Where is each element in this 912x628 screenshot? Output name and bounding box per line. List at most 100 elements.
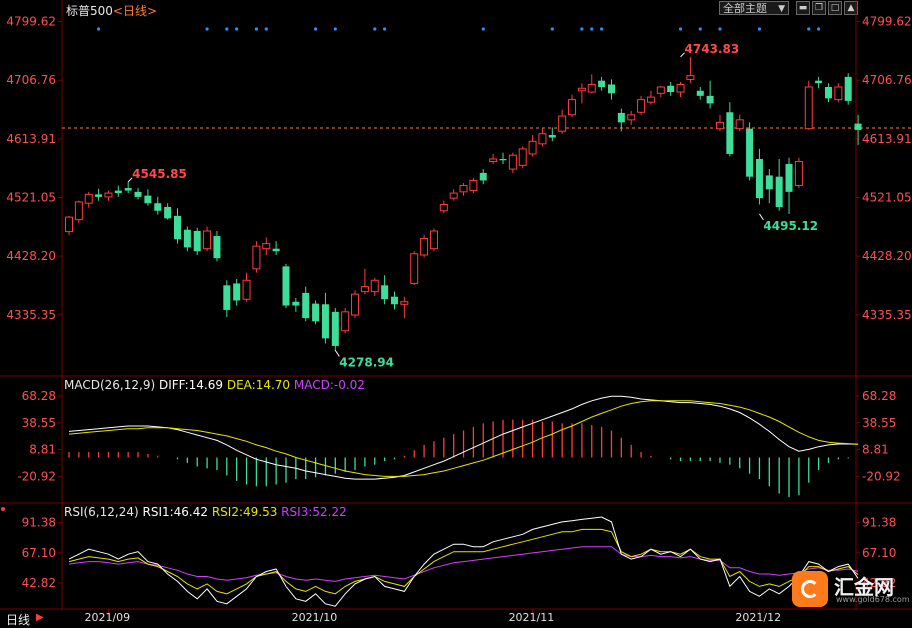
candle-body-up — [489, 158, 498, 163]
period-switch[interactable]: 日线 ▶ — [0, 610, 48, 627]
y-tick-label-right: 4428.20 — [862, 249, 912, 263]
event-marker — [678, 27, 683, 31]
candle-body-down — [706, 95, 714, 104]
legend-entry: RSI1:46.42 — [142, 505, 211, 519]
y-tick-label-left: 4335.35 — [6, 308, 56, 322]
event-marker — [96, 27, 101, 31]
event-marker — [807, 27, 811, 31]
legend-entry: RSI3:52.22 — [281, 505, 347, 519]
candle-body-up — [203, 230, 212, 250]
candle-body-down — [479, 172, 487, 181]
candle-body-up — [104, 192, 113, 198]
y-tick-label-left: 91.38 — [22, 516, 56, 530]
event-marker — [550, 27, 554, 31]
macd-legend: MACD(26,12,9) DIFF:14.69 DEA:14.70 MACD:… — [64, 378, 365, 392]
x-tick-label: 2021/12 — [735, 611, 781, 624]
candle-body-up — [804, 86, 813, 130]
candle-body-down — [607, 84, 615, 94]
y-tick-label-left: 67.10 — [22, 546, 56, 560]
event-marker — [264, 27, 268, 31]
candle-body-down — [124, 188, 132, 191]
candle-body-up — [410, 253, 419, 284]
candle-body-down — [302, 292, 310, 319]
y-tick-label-right: 67.10 — [862, 546, 896, 560]
period-label: 日线 — [6, 613, 31, 627]
y-tick-label-right: 4335.35 — [862, 308, 912, 322]
candle-body-up — [676, 83, 685, 93]
event-marker — [225, 27, 229, 31]
candle-body-down — [193, 231, 201, 252]
event-marker — [373, 27, 377, 31]
candle-body-down — [223, 285, 231, 310]
candle-body-down — [617, 112, 625, 123]
x-tick-label: 2021/09 — [84, 611, 130, 624]
event-marker — [205, 27, 209, 31]
y-tick-label-left: -20.92 — [17, 469, 56, 483]
candle-body-up — [715, 121, 724, 130]
candle-body-down — [114, 190, 122, 194]
candle-body-down — [667, 85, 675, 93]
y-tick-label-left: 42.82 — [22, 576, 56, 590]
candle-body-up — [469, 179, 478, 192]
y-tick-label-left: 4613.91 — [6, 132, 56, 146]
event-marker — [757, 27, 762, 31]
y-tick-label-right: 4799.62 — [862, 15, 912, 29]
y-tick-label-right: 38.55 — [862, 416, 896, 430]
candle-body-up — [538, 133, 547, 145]
event-marker — [590, 27, 594, 31]
y-tick-label-right: -20.92 — [862, 469, 901, 483]
candle-body-up — [794, 161, 803, 187]
candle-body-down — [144, 195, 152, 204]
candle-body-down — [164, 207, 172, 219]
event-marker — [698, 27, 702, 31]
y-tick-label-right: 4613.91 — [862, 132, 912, 146]
candle-body-down — [233, 283, 241, 301]
event-marker — [580, 27, 584, 31]
candle-body-down — [765, 175, 773, 190]
y-tick-label-left: 68.28 — [22, 389, 56, 403]
chart-canvas[interactable]: 4799.62 4799.62 4706.76 4706.76 4613.91 4613.… — [0, 0, 912, 627]
candle-body-down — [844, 76, 852, 101]
candle-body-up — [459, 185, 468, 193]
legend-label: RSI(6,12,24) — [64, 505, 142, 519]
candle-body-up — [252, 245, 261, 270]
legend-entry: DIFF:14.69 — [159, 378, 227, 392]
candle-body-down — [173, 215, 181, 240]
candle-body-down — [726, 112, 734, 154]
candle-body-up — [351, 293, 360, 316]
kline-chart-window[interactable]: 标普500<日线> 全部主题 ▼ ▬ ❐ □ ▲ 4799.62 4799.62 47… — [0, 0, 912, 627]
candle-body-up — [508, 154, 517, 170]
candle-body-up — [587, 83, 596, 93]
event-marker — [481, 27, 485, 31]
y-tick-label-right: 68.28 — [862, 389, 896, 403]
candle-body-down — [854, 123, 862, 130]
price-annotation-high: 4545.85 — [132, 167, 187, 181]
candle-body-down — [95, 194, 103, 197]
candle-body-up — [370, 279, 379, 293]
event-marker — [600, 27, 604, 31]
legend-entry: RSI2:49.53 — [212, 505, 281, 519]
candle-body-down — [746, 128, 754, 177]
candle-body-up — [74, 201, 83, 221]
candle-body-down — [213, 236, 221, 259]
candle-body-up — [518, 148, 527, 166]
candle-body-down — [381, 285, 389, 300]
y-tick-label-left: 4428.20 — [6, 249, 56, 263]
candle-body-up — [528, 140, 537, 155]
candle-body-down — [499, 159, 507, 161]
candle-body-down — [696, 90, 704, 96]
y-tick-label-right: 8.81 — [862, 443, 889, 457]
candle-body-down — [134, 191, 142, 197]
candle-body-down — [154, 203, 162, 211]
candle-body-up — [735, 119, 744, 130]
caret-right-icon: ▶ — [36, 612, 44, 623]
candle-body-down — [292, 301, 300, 306]
candle-body-up — [558, 115, 567, 132]
candle-body-down — [282, 266, 290, 306]
panel-marker-dot — [1, 507, 5, 511]
event-marker — [235, 27, 239, 31]
y-tick-label-right: 91.38 — [862, 516, 896, 530]
candle-body-up — [568, 99, 577, 116]
candle-body-up — [646, 96, 655, 103]
candle-body-down — [312, 303, 320, 322]
